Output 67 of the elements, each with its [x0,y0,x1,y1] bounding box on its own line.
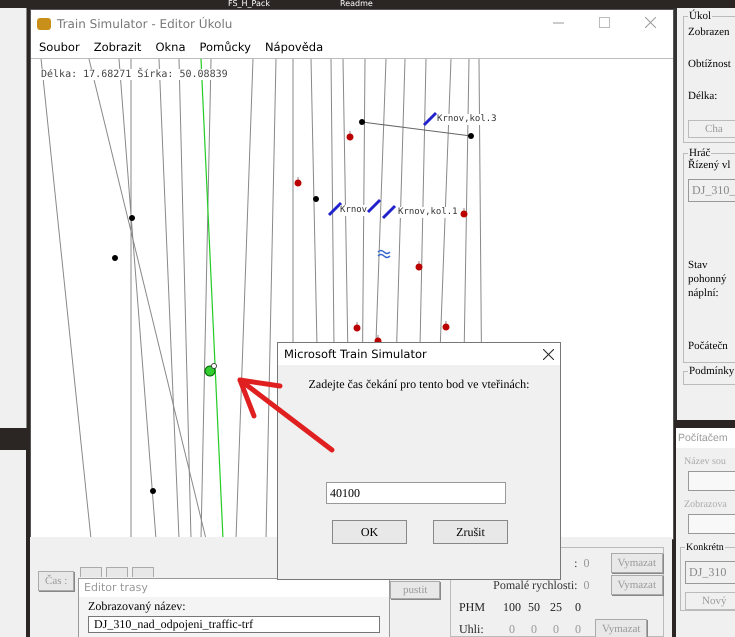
station-label: Krnov,kol.3 [437,114,497,125]
waypoint-dot[interactable] [129,215,135,221]
field-label: Počátečn [688,340,729,352]
pin-icon[interactable] [354,322,360,332]
group-title: Hráč [689,147,710,159]
waypoint-dot[interactable] [112,255,118,261]
coal-label: Uhli: [459,622,485,636]
fuel-level-label: 50 [527,600,541,614]
coal-value: 0 [530,622,538,636]
station-marker[interactable] [382,204,396,220]
dialog-button[interactable]: OK [332,520,407,544]
station-label: Krnov [340,205,368,216]
group-title: Úkol [688,10,712,22]
field-label: Délka: [688,89,718,104]
window-title: Počítačem [676,428,735,448]
window-title: Editor trasy [79,579,389,597]
fuel-level-label: 100 [502,600,522,614]
field-label: Zobrazovaný název: [88,599,187,613]
menu-item[interactable]: Nápověda [264,40,324,54]
menu-item[interactable]: Okna [155,40,186,54]
group-title: Podmínky [688,365,735,377]
coordinates-readout: Délka: 17.68271 Šírka: 50.08839 [41,69,228,80]
waypoint-dot[interactable] [150,488,156,494]
water-icon [377,250,391,258]
pin-icon[interactable] [294,176,302,186]
selected-point-icon[interactable] [204,363,217,376]
stat-label: Pomalé rychlosti: [492,578,578,592]
display-name-field[interactable]: DJ_310_nad_odpojeni_traffic-trf [88,616,380,633]
field-label: Řízený vl [688,159,732,171]
pin-icon[interactable] [460,208,468,218]
dialog-title: Microsoft Train Simulator [284,347,427,361]
desktop-icon-label[interactable]: Readme [340,0,373,8]
pin-icon[interactable] [442,320,450,330]
pin-icon[interactable] [416,260,422,270]
fuel-label: PHM [459,600,486,614]
field-label: Zobrazova [683,498,728,512]
waypoint-dot[interactable] [468,133,474,139]
group-title: Konkrétn [685,542,725,553]
fuel-level-label: 25 [549,600,563,614]
station-marker[interactable] [366,198,382,214]
coal-value: 0 [574,622,582,636]
station-label: Krnov,kol.1 [398,207,458,218]
station-marker[interactable] [422,112,438,126]
window-title: Train Simulator - Editor Úkolu [57,17,232,31]
menu-item[interactable]: Zobrazit [94,40,142,54]
waypoint-dot[interactable] [313,196,319,202]
waypoint-dot[interactable] [359,119,365,125]
wait-time-field[interactable]: 40100 [326,482,506,504]
stat-label: : [573,556,578,570]
field-label: Obtížnost [688,57,732,72]
dialog-message: Zadejte čas čekání pro tento bod ve vteřinách: [308,377,530,392]
menu-item[interactable]: Soubor [39,40,80,54]
field-label: Zobrazen [688,25,731,40]
dialog-button[interactable]: Zrušit [433,520,508,544]
stat-value: 0 [584,578,590,592]
field-label: Název sou [683,455,727,469]
train-icon [37,18,51,30]
coal-value: 0 [552,622,560,636]
coal-value: 0 [508,622,516,636]
pin-icon[interactable] [346,130,354,140]
field-label: Stav pohonný náplní: [688,258,728,300]
station-marker[interactable] [328,202,342,216]
stat-value: 0 [584,556,590,570]
menu-item[interactable]: Pomůcky [200,40,251,54]
fuel-level-label: 0 [574,600,582,614]
desktop-icon-label[interactable]: FS_H_Pack [228,0,270,8]
close-icon[interactable] [543,348,554,360]
